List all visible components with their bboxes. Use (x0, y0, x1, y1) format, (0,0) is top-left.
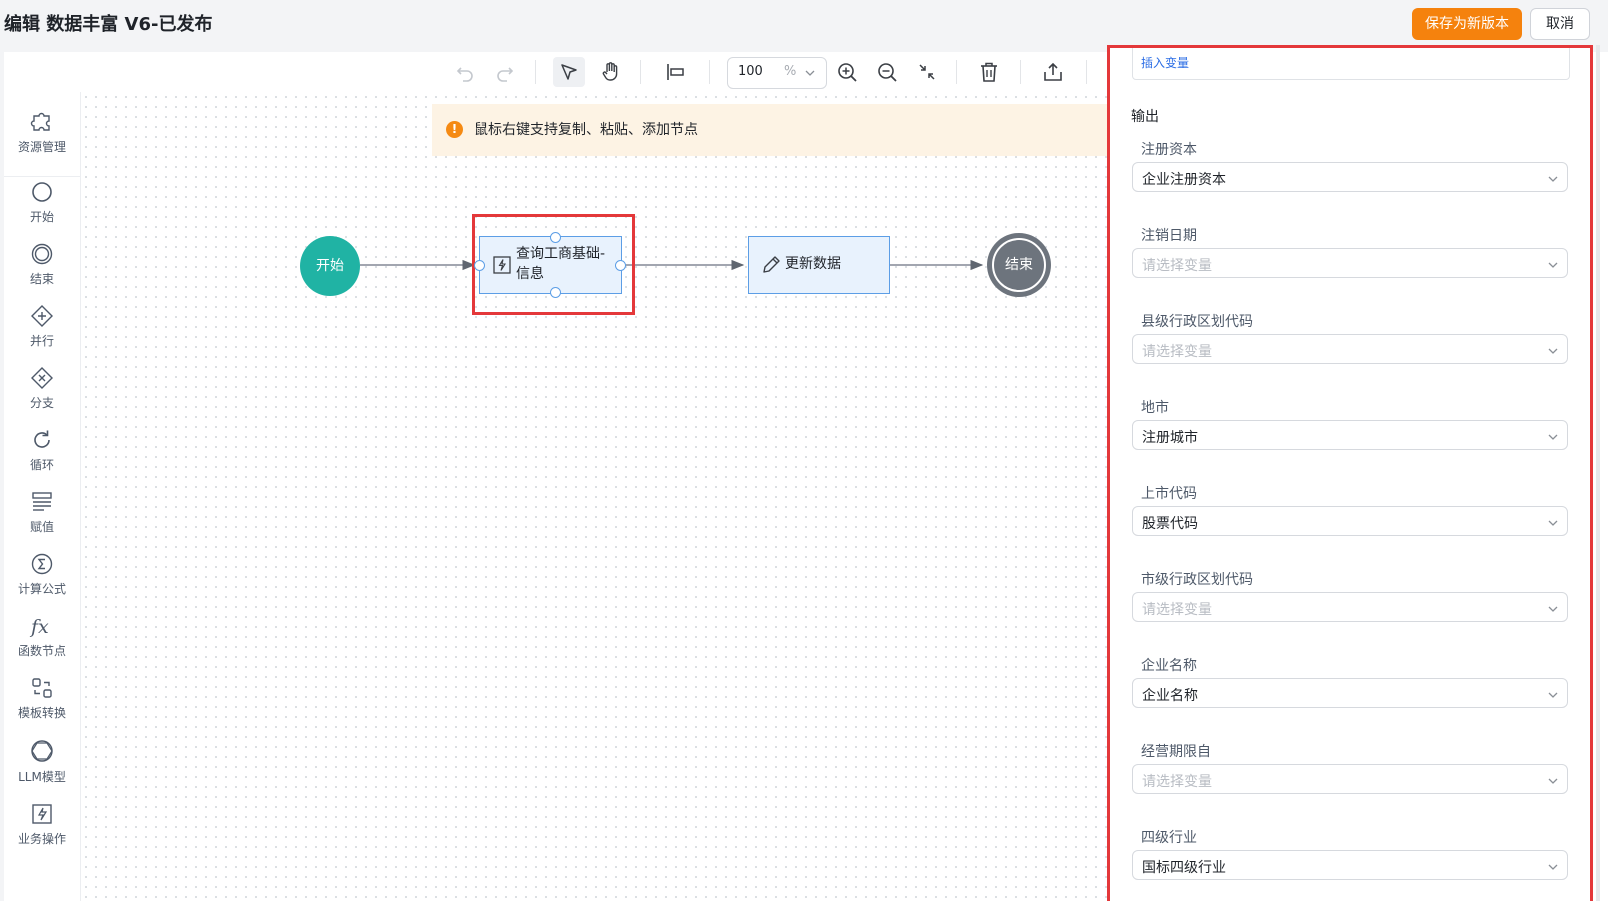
node-handle-right[interactable] (615, 260, 626, 271)
field-label: 县级行政区划代码 (1141, 314, 1253, 330)
expression-input[interactable]: 插入变量 (1132, 48, 1570, 80)
field-select-registered-capital[interactable]: 企业注册资本 (1132, 162, 1568, 192)
panel-scrollbar[interactable] (1596, 45, 1600, 901)
sigma-icon (31, 553, 53, 575)
chevron-down-icon (1548, 262, 1558, 268)
chevron-down-icon (1548, 606, 1558, 612)
chevron-down-icon (1548, 348, 1558, 354)
sidebar-item-label: 赋值 (29, 520, 54, 534)
chevron-down-icon (1548, 692, 1558, 698)
sidebar-item-label: 模板转换 (17, 706, 66, 720)
field-select-listing-code[interactable]: 股票代码 (1132, 506, 1568, 536)
end-node-label: 结束 (992, 238, 1046, 292)
sidebar-item-label: 循环 (29, 458, 54, 472)
field-label: 注销日期 (1141, 228, 1197, 244)
field-select-operation-start[interactable]: 请选择变量 (1132, 764, 1568, 794)
svg-text:fx: fx (29, 616, 49, 638)
field-value: 国标四级行业 (1142, 860, 1226, 876)
sidebar-item-label: LLM模型 (18, 770, 66, 784)
insert-variable-link[interactable]: 插入变量 (1141, 54, 1189, 71)
sidebar-item-loop[interactable]: 循环 (4, 428, 80, 473)
pencil-icon (763, 256, 780, 273)
field-label: 四级行业 (1141, 830, 1197, 846)
field-select-company-name[interactable]: 企业名称 (1132, 678, 1568, 708)
sidebar-item-function[interactable]: fx 函数节点 (4, 614, 80, 659)
field-label: 企业名称 (1141, 658, 1197, 674)
field-label: 地市 (1141, 400, 1169, 416)
sidebar-item-business[interactable]: 业务操作 (4, 802, 80, 847)
fx-icon: fx (29, 616, 49, 638)
query-business-info-node[interactable]: 查询工商基础- 信息 (479, 236, 622, 294)
template-icon (32, 678, 52, 698)
lightning-doc-icon (493, 256, 511, 274)
sidebar-item-label: 计算公式 (17, 582, 66, 596)
field-placeholder: 请选择变量 (1142, 258, 1212, 274)
start-node[interactable]: 开始 (300, 236, 360, 296)
node-label: 查询工商基础- (516, 246, 606, 262)
node-config-panel: 插入变量 输出 注册资本 企业注册资本 注销日期 请选择变量 县级行政区划代码 … (1107, 45, 1593, 901)
field-placeholder: 请选择变量 (1142, 602, 1212, 618)
field-placeholder: 请选择变量 (1142, 774, 1212, 790)
chevron-down-icon (1548, 864, 1558, 870)
chevron-down-icon (1548, 520, 1558, 526)
end-node[interactable]: 结束 (987, 233, 1051, 297)
flow-edges (360, 259, 984, 271)
node-label: 信息 (516, 266, 544, 282)
node-label: 更新数据 (785, 256, 841, 272)
assign-icon (32, 492, 52, 511)
field-label: 市级行政区划代码 (1141, 572, 1253, 588)
cancel-button[interactable]: 取消 (1530, 8, 1590, 40)
field-label: 经营期限自 (1141, 744, 1211, 760)
sidebar-item-formula[interactable]: 计算公式 (4, 552, 80, 597)
sidebar-item-label: 函数节点 (17, 644, 66, 658)
save-new-version-button[interactable]: 保存为新版本 (1412, 8, 1522, 40)
field-placeholder: 请选择变量 (1142, 344, 1212, 360)
sidebar-item-llm[interactable]: LLM模型 (4, 738, 80, 785)
field-select-cancel-date[interactable]: 请选择变量 (1132, 248, 1568, 278)
loop-icon (34, 430, 50, 448)
chevron-down-icon (1548, 176, 1558, 182)
field-value: 企业名称 (1142, 688, 1198, 704)
field-select-city-code[interactable]: 请选择变量 (1132, 592, 1568, 622)
node-handle-bottom[interactable] (550, 287, 561, 298)
sidebar-item-label: 业务操作 (17, 832, 66, 846)
field-select-industry-level4[interactable]: 国标四级行业 (1132, 850, 1568, 880)
llm-icon (31, 740, 53, 762)
field-value: 企业注册资本 (1142, 172, 1226, 188)
field-value: 股票代码 (1142, 516, 1198, 532)
field-select-city[interactable]: 注册城市 (1132, 420, 1568, 450)
field-select-county-code[interactable]: 请选择变量 (1132, 334, 1568, 364)
update-data-node[interactable]: 更新数据 (748, 236, 890, 294)
node-handle-top[interactable] (550, 232, 561, 243)
field-value: 注册城市 (1142, 430, 1198, 446)
field-label: 注册资本 (1141, 142, 1197, 158)
output-section-title: 输出 (1131, 109, 1159, 125)
field-label: 上市代码 (1141, 486, 1197, 502)
chevron-down-icon (1548, 434, 1558, 440)
node-handle-left[interactable] (474, 260, 485, 271)
business-icon (32, 804, 52, 824)
sidebar-item-template[interactable]: 模板转换 (4, 676, 80, 721)
sidebar-item-assign[interactable]: 赋值 (4, 490, 80, 535)
chevron-down-icon (1548, 778, 1558, 784)
